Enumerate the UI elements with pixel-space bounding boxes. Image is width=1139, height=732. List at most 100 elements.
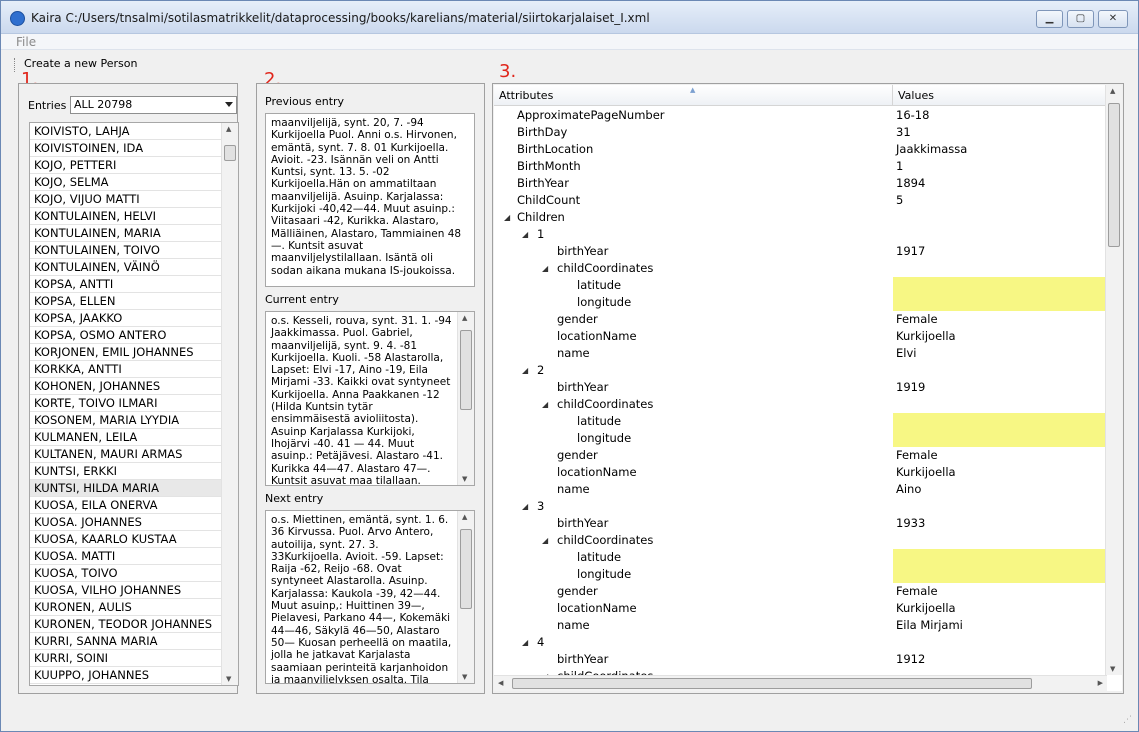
tree-row[interactable]: BirthLocation Jaakkimassa [494,141,1107,158]
tree-vertical-scrollbar[interactable]: ▲ ▼ [1105,85,1122,675]
list-item[interactable]: KONTULAINEN, TOIVO [30,242,222,259]
expand-toggle-icon[interactable]: ◢ [542,260,548,277]
list-item[interactable]: KONTULAINEN, VÄINÖ [30,259,222,276]
tree-row[interactable]: ChildCount 5 [494,192,1107,209]
expand-toggle-icon[interactable]: ◢ [542,396,548,413]
tree-value[interactable]: 5 [896,192,903,209]
tree-value[interactable]: Elvi [896,345,916,362]
list-item[interactable]: KUNTSI, HILDA MARIA [30,480,222,497]
tree-row[interactable]: ◢ Children [494,209,1107,226]
tree-value[interactable]: 1894 [896,175,925,192]
expand-toggle-icon[interactable]: ◢ [542,532,548,549]
list-item[interactable]: KUOSA, VILHO JOHANNES [30,582,222,599]
expand-toggle-icon[interactable]: ◢ [522,498,528,515]
tree-row[interactable]: latitude [494,413,1107,430]
resize-grip-icon[interactable]: ⋰ [1123,715,1132,725]
scroll-up-icon[interactable]: ▲ [1110,87,1115,95]
tree-row[interactable]: ◢ childCoordinates [494,396,1107,413]
expand-toggle-icon[interactable]: ◢ [504,209,510,226]
tree-value[interactable]: 1912 [896,651,925,668]
list-item[interactable]: KUNTSI, ERKKI [30,463,222,480]
entries-list[interactable]: KOIVISTO, LAHJA KOIVISTOINEN, IDA KOJO, PE… [29,122,239,686]
tree-row[interactable]: gender Female [494,311,1107,328]
tree-row[interactable]: ◢ 1 [494,226,1107,243]
tree-horizontal-scroll-thumb[interactable] [512,678,1032,689]
list-item[interactable]: KONTULAINEN, MARIA [30,225,222,242]
tree-row[interactable]: locationName Kurkijoella [494,464,1107,481]
entries-scrollbar[interactable]: ▲ ▼ [221,123,238,685]
list-item[interactable]: KUUPPO, JOHANNES [30,667,222,684]
tree-row[interactable]: gender Female [494,583,1107,600]
tree-row[interactable]: birthYear 1917 [494,243,1107,260]
next-entry-scrollbar[interactable]: ▲ ▼ [457,511,474,683]
scroll-up-icon[interactable]: ▲ [462,513,467,521]
tree-row[interactable]: name Aino [494,481,1107,498]
scroll-down-icon[interactable]: ▼ [462,673,467,681]
list-item[interactable]: KOPSA, ELLEN [30,293,222,310]
list-item[interactable]: KOIVISTO, LAHJA [30,123,222,140]
tree-row[interactable]: gender Female [494,447,1107,464]
list-item[interactable]: KONTULAINEN, HELVI [30,208,222,225]
scroll-down-icon[interactable]: ▼ [462,475,467,483]
maximize-button[interactable]: ▢ [1067,10,1094,28]
list-item[interactable]: KULTANEN, MAURI ARMAS [30,446,222,463]
list-item[interactable]: KULMANEN, LEILA [30,429,222,446]
menu-file[interactable]: File [16,35,36,49]
attributes-tree[interactable]: Attributes ▲ Values ApproximatePageNumbe… [494,85,1122,691]
tree-value[interactable]: Eila Mirjami [896,617,963,634]
list-item[interactable]: KOPSA, OSMO ANTERO [30,327,222,344]
list-item[interactable]: KOPSA, ANTTI [30,276,222,293]
tree-value[interactable]: Aino [896,481,921,498]
list-item[interactable]: KORJONEN, EMIL JOHANNES [30,344,222,361]
list-item[interactable]: KUOSA, KAARLO KUSTAA [30,531,222,548]
tree-row[interactable]: longitude [494,294,1107,311]
tree-row[interactable]: birthYear 1933 [494,515,1107,532]
tree-row[interactable]: BirthMonth 1 [494,158,1107,175]
tree-row[interactable]: name Eila Mirjami [494,617,1107,634]
list-item[interactable]: KORTE, TOIVO ILMARI [30,395,222,412]
tree-vertical-scroll-thumb[interactable] [1108,103,1120,247]
expand-toggle-icon[interactable]: ◢ [522,226,528,243]
minimize-button[interactable]: ▁ [1036,10,1063,28]
list-item[interactable]: KOJO, SELMA [30,174,222,191]
tree-value[interactable]: 1919 [896,379,925,396]
list-item[interactable]: KURONEN, TEODOR JOHANNES [30,616,222,633]
current-entry-scrollbar[interactable]: ▲ ▼ [457,312,474,485]
scroll-up-icon[interactable]: ▲ [226,125,231,133]
entries-scroll-thumb[interactable] [224,145,236,161]
toolbar-grip-icon[interactable] [14,58,16,72]
tree-row[interactable]: locationName Kurkijoella [494,328,1107,345]
tree-row[interactable]: latitude [494,549,1107,566]
list-item[interactable]: KOSONEM, MARIA LYYDIA [30,412,222,429]
list-item[interactable]: KUOSA. MATTI [30,548,222,565]
list-item[interactable]: KUOSA. JOHANNES [30,514,222,531]
scroll-down-icon[interactable]: ▼ [226,675,231,683]
tree-row[interactable]: ◢ childCoordinates [494,532,1107,549]
scroll-up-icon[interactable]: ▲ [462,314,467,322]
column-divider[interactable] [892,85,893,106]
scroll-left-icon[interactable]: ◀ [498,679,503,687]
tree-row[interactable]: latitude [494,277,1107,294]
next-entry-scroll-thumb[interactable] [460,529,472,609]
tree-value[interactable]: 1 [896,158,903,175]
tree-row[interactable]: BirthYear 1894 [494,175,1107,192]
tree-value[interactable]: Female [896,583,938,600]
list-item[interactable]: KURRI, SANNA MARIA [30,633,222,650]
scroll-down-icon[interactable]: ▼ [1110,665,1115,673]
next-entry-textarea[interactable]: o.s. Miettinen, emäntä, synt. 1. 6. 36 K… [265,510,475,684]
column-header-attributes[interactable]: Attributes [499,89,553,102]
tree-row[interactable]: birthYear 1919 [494,379,1107,396]
tree-value[interactable]: Female [896,311,938,328]
tree-row[interactable]: name Elvi [494,345,1107,362]
tree-value[interactable]: Kurkijoella [896,464,956,481]
current-entry-textarea[interactable]: o.s. Kesseli, rouva, synt. 31. 1. -94 Ja… [265,311,475,486]
list-item[interactable]: KOPSA, JAAKKO [30,310,222,327]
tree-value[interactable]: Jaakkimassa [896,141,967,158]
column-header-values[interactable]: Values [898,89,934,102]
expand-toggle-icon[interactable]: ◢ [522,634,528,651]
tree-value[interactable]: 16-18 [896,107,929,124]
tree-row[interactable]: longitude [494,566,1107,583]
list-item[interactable]: KOHONEN, JOHANNES [30,378,222,395]
close-button[interactable]: ✕ [1098,10,1128,28]
list-item[interactable]: KORKKA, ANTTI [30,361,222,378]
